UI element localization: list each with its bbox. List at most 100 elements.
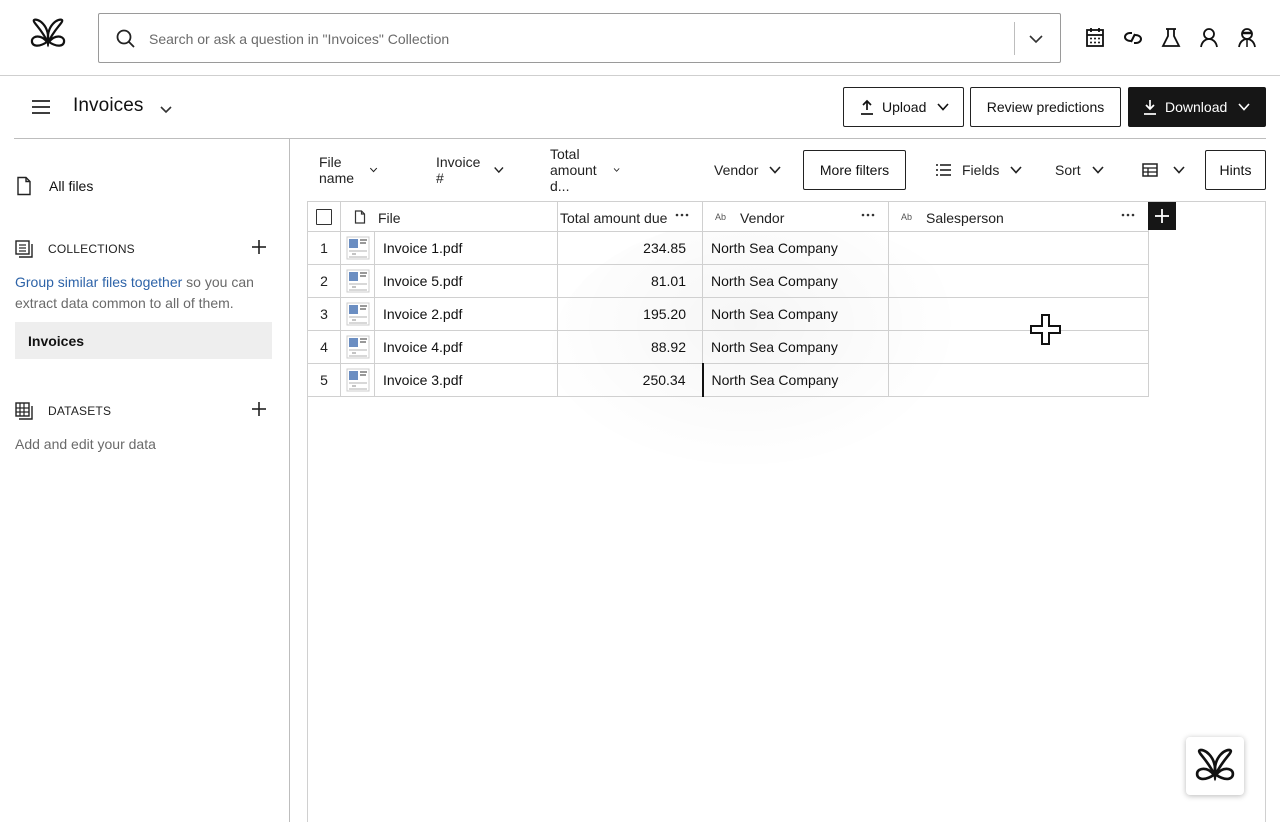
chevron-down-icon[interactable] — [1025, 28, 1047, 50]
review-predictions-label: Review predictions — [986, 99, 1105, 115]
view-toggle-button[interactable] — [1142, 150, 1186, 190]
column-header-total[interactable]: Total amount due — [557, 201, 703, 232]
table-row[interactable]: 2 Invoice 5.pdf 81.01 North Sea Company — [307, 264, 1149, 298]
fields-button[interactable]: Fields — [935, 150, 1023, 190]
collections-section-header: COLLECTIONS — [15, 240, 273, 258]
datasets-section-header: DATASETS — [15, 402, 273, 420]
filter-file-name[interactable]: File name — [319, 150, 378, 190]
sidebar-item-invoices[interactable]: Invoices — [15, 322, 272, 359]
user-icon[interactable] — [1198, 26, 1220, 50]
column-header-file[interactable]: File — [340, 201, 558, 232]
salesperson-cell[interactable] — [888, 264, 1149, 298]
flask-icon[interactable] — [1160, 26, 1182, 50]
table-row[interactable]: 5 Invoice 3.pdf 250.34 North Sea Company — [307, 363, 1149, 397]
salesperson-cell[interactable] — [888, 330, 1149, 364]
file-name-cell[interactable]: Invoice 3.pdf — [374, 363, 558, 397]
more-options-icon[interactable] — [1120, 205, 1136, 225]
file-name-cell[interactable]: Invoice 5.pdf — [374, 264, 558, 298]
more-filters-button[interactable]: More filters — [803, 150, 906, 190]
download-button[interactable]: Download — [1128, 87, 1266, 127]
file-name-cell[interactable]: Invoice 2.pdf — [374, 297, 558, 331]
fields-label: Fields — [962, 162, 1000, 178]
total-amount-cell[interactable]: 88.92 — [557, 330, 703, 364]
total-amount-cell[interactable]: 234.85 — [557, 231, 703, 265]
total-amount-cell[interactable]: 81.01 — [557, 264, 703, 298]
calendar-icon[interactable] — [1084, 26, 1106, 50]
chevron-down-icon — [614, 168, 620, 172]
row-number: 5 — [307, 363, 341, 397]
table-view-icon — [1142, 163, 1158, 177]
group-files-link[interactable]: Group similar files together — [15, 274, 182, 290]
hamburger-menu-icon[interactable] — [30, 96, 52, 118]
column-header-vendor[interactable]: Ab Vendor — [702, 201, 889, 232]
search-input[interactable] — [149, 26, 1009, 52]
hints-button[interactable]: Hints — [1205, 150, 1266, 190]
sidebar-divider — [289, 139, 290, 822]
table-row[interactable]: 1 Invoice 1.pdf 234.85 North Sea Company — [307, 231, 1149, 265]
add-collection-icon[interactable] — [251, 239, 267, 255]
vendor-cell[interactable]: North Sea Company — [702, 330, 889, 364]
chevron-down-icon — [369, 167, 378, 173]
chevron-down-icon — [769, 166, 781, 174]
salesperson-cell[interactable] — [888, 363, 1149, 397]
vendor-cell[interactable]: North Sea Company — [702, 297, 889, 331]
review-predictions-button[interactable]: Review predictions — [970, 87, 1121, 127]
sort-button[interactable]: Sort — [1055, 150, 1105, 190]
file-name-cell[interactable]: Invoice 1.pdf — [374, 231, 558, 265]
link-icon[interactable] — [1122, 26, 1144, 50]
vendor-cell[interactable]: North Sea Company — [702, 264, 889, 298]
thumbnail-cell[interactable] — [340, 363, 375, 397]
filter-label: Vendor — [714, 162, 759, 178]
vendor-cell[interactable]: North Sea Company — [701, 363, 889, 397]
filter-total-amount[interactable]: Total amount d... — [550, 146, 621, 194]
column-header-salesperson[interactable]: Ab Salesperson — [888, 201, 1149, 232]
list-icon — [936, 164, 951, 176]
column-label: Salesperson — [926, 210, 1004, 226]
pdf-thumbnail-icon — [346, 302, 369, 326]
add-dataset-icon[interactable] — [251, 401, 267, 417]
total-amount-cell[interactable]: 195.20 — [557, 297, 703, 331]
thumbnail-cell[interactable] — [340, 231, 375, 265]
chevron-down-icon — [1010, 166, 1022, 174]
filter-vendor[interactable]: Vendor — [714, 150, 782, 190]
more-filters-label: More filters — [819, 162, 890, 178]
thumbnail-cell[interactable] — [340, 264, 375, 298]
files-table: File Total amount due Ab Vendor Ab Sales… — [307, 201, 1149, 397]
sidebar-item-all-files[interactable]: All files — [15, 176, 93, 196]
thumbnail-cell[interactable] — [340, 297, 375, 331]
butterfly-logo-icon[interactable] — [28, 16, 68, 52]
chevron-down-icon[interactable] — [157, 100, 175, 118]
add-column-button[interactable] — [1148, 202, 1176, 230]
row-number: 3 — [307, 297, 341, 331]
search-icon — [116, 29, 135, 48]
pdf-thumbnail-icon — [346, 236, 369, 260]
table-row[interactable]: 3 Invoice 2.pdf 195.20 North Sea Company — [307, 297, 1149, 331]
agent-icon[interactable] — [1236, 26, 1258, 50]
sidebar-item-label: All files — [49, 178, 94, 194]
column-label: File — [378, 210, 401, 226]
more-options-icon[interactable] — [860, 205, 876, 225]
filter-label: File name — [319, 154, 355, 186]
file-name-cell[interactable]: Invoice 4.pdf — [374, 330, 558, 364]
more-options-icon[interactable] — [674, 205, 690, 225]
table-row[interactable]: 4 Invoice 4.pdf 88.92 North Sea Company — [307, 330, 1149, 364]
assistant-fab-button[interactable] — [1186, 737, 1244, 795]
collections-description: Group similar files together so you can … — [15, 272, 275, 314]
vendor-cell[interactable]: North Sea Company — [702, 231, 889, 265]
column-label: Total amount due — [560, 210, 668, 226]
select-all-cell — [307, 201, 341, 232]
filter-invoice-number[interactable]: Invoice # — [436, 150, 504, 190]
thumbnail-cell[interactable] — [340, 330, 375, 364]
page-title[interactable]: Invoices — [73, 95, 144, 117]
select-all-checkbox[interactable] — [316, 208, 332, 225]
total-amount-cell[interactable]: 250.34 — [557, 363, 703, 397]
salesperson-cell[interactable] — [888, 231, 1149, 265]
salesperson-cell[interactable] — [888, 297, 1149, 331]
header-divider — [14, 138, 1266, 139]
upload-label: Upload — [882, 99, 927, 115]
plus-icon — [1155, 209, 1169, 223]
text-type-icon: Ab — [715, 212, 727, 222]
top-icon-bar — [1084, 26, 1258, 50]
upload-button[interactable]: Upload — [843, 87, 964, 127]
row-number: 4 — [307, 330, 341, 364]
